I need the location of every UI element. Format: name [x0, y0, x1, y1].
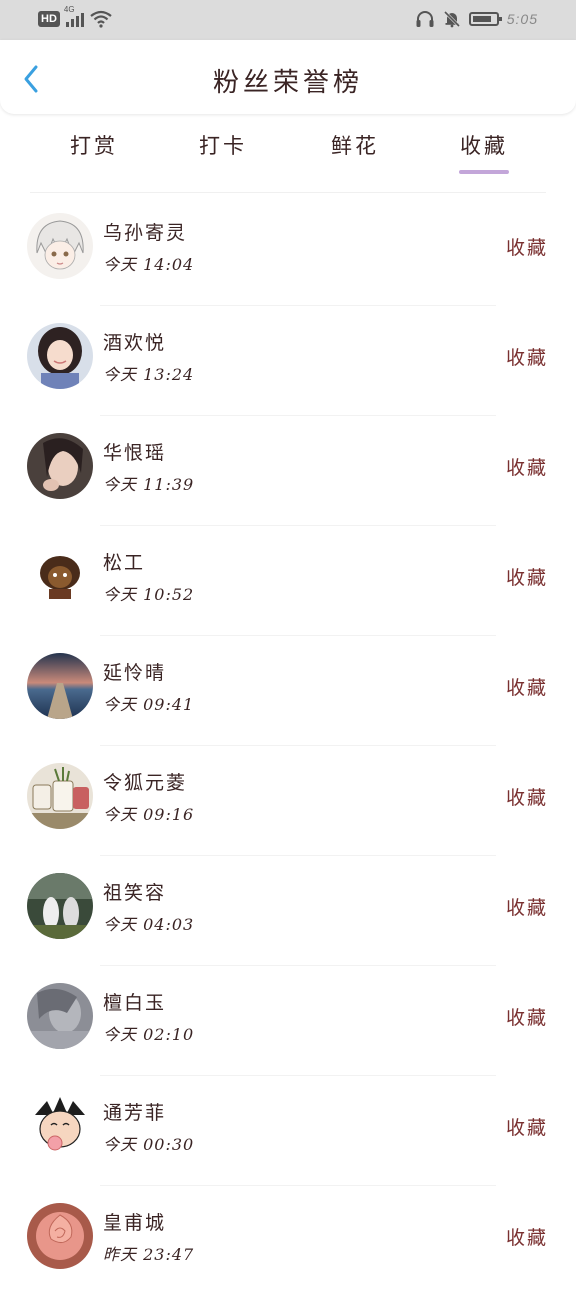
avatar[interactable] [27, 653, 93, 719]
fan-name: 乌孙寄灵 [103, 222, 188, 244]
network-type: 4G [63, 5, 75, 14]
avatar[interactable] [27, 873, 93, 939]
list-item[interactable]: 檀白玉 今天 02:10 收藏 [0, 966, 576, 1076]
fan-time: 今天 09:16 [103, 805, 195, 824]
tab-tip[interactable]: 打赏 [70, 130, 118, 160]
active-tab-indicator [459, 170, 509, 174]
fan-name: 皇甫城 [103, 1212, 167, 1234]
list-item[interactable]: 延怜晴 今天 09:41 收藏 [0, 636, 576, 746]
fan-name: 酒欢悦 [103, 332, 167, 354]
fan-time: 今天 13:24 [103, 365, 195, 384]
tab-flowers[interactable]: 鲜花 [331, 130, 379, 160]
fan-name: 令狐元菱 [103, 772, 188, 794]
action-label: 收藏 [505, 237, 548, 259]
action-label: 收藏 [505, 677, 548, 699]
fan-time: 今天 09:41 [103, 695, 195, 714]
action-label: 收藏 [505, 347, 548, 369]
wifi-icon [90, 10, 112, 28]
fan-name: 华恨瑶 [103, 442, 167, 464]
fan-time: 今天 14:04 [103, 255, 195, 274]
battery-icon [468, 12, 502, 26]
fan-time: 今天 00:30 [103, 1135, 195, 1154]
status-right: 5:05 [415, 10, 538, 28]
list-item[interactable]: 乌孙寄灵 今天 14:04 收藏 [0, 196, 576, 306]
signal-icon: 4G [64, 5, 84, 27]
action-label: 收藏 [505, 1007, 548, 1029]
action-label: 收藏 [505, 567, 548, 589]
action-label: 收藏 [505, 787, 548, 809]
fan-name: 檀白玉 [103, 992, 167, 1014]
list-item[interactable]: 通芳菲 今天 00:30 收藏 [0, 1076, 576, 1186]
list-item[interactable]: 酒欢悦 今天 13:24 收藏 [0, 306, 576, 416]
header-bar: 粉丝荣誉榜 [0, 40, 576, 114]
hd-badge: HD [38, 11, 60, 27]
fan-name: 松工 [103, 552, 146, 574]
fan-time: 今天 04:03 [103, 915, 195, 934]
tab-favorites[interactable]: 收藏 [460, 130, 508, 160]
fan-list: 乌孙寄灵 今天 14:04 收藏 酒欢悦 今天 13:24 收藏 华恨瑶 今天 … [0, 196, 576, 1296]
tab-checkin[interactable]: 打卡 [199, 130, 247, 160]
avatar[interactable] [27, 1093, 93, 1159]
avatar[interactable] [27, 543, 93, 609]
avatar[interactable] [27, 763, 93, 829]
fan-time: 今天 02:10 [103, 1025, 195, 1044]
avatar[interactable] [27, 1203, 93, 1269]
fan-time: 今天 10:52 [103, 585, 195, 604]
avatar[interactable] [27, 323, 93, 389]
status-bar: HD 4G 5:05 [0, 0, 576, 40]
fan-time: 昨天 23:47 [103, 1245, 195, 1264]
action-label: 收藏 [505, 897, 548, 919]
avatar[interactable] [27, 433, 93, 499]
action-label: 收藏 [505, 457, 548, 479]
status-left: HD 4G [38, 5, 112, 28]
avatar[interactable] [27, 213, 93, 279]
headphones-icon [416, 11, 434, 27]
list-item[interactable]: 祖笑容 今天 04:03 收藏 [0, 856, 576, 966]
list-item[interactable]: 令狐元菱 今天 09:16 收藏 [0, 746, 576, 856]
fan-name: 延怜晴 [103, 662, 167, 684]
list-item[interactable]: 华恨瑶 今天 11:39 收藏 [0, 416, 576, 526]
page-title: 粉丝荣誉榜 [212, 68, 363, 98]
fan-name: 通芳菲 [103, 1102, 167, 1124]
list-item[interactable]: 松工 今天 10:52 收藏 [0, 526, 576, 636]
avatar[interactable] [27, 983, 93, 1049]
tab-divider [30, 192, 546, 193]
action-label: 收藏 [505, 1227, 548, 1249]
status-time: 5:05 [506, 11, 538, 27]
fan-time: 今天 11:39 [103, 475, 195, 494]
mute-bell-icon [443, 10, 460, 28]
action-label: 收藏 [505, 1117, 548, 1139]
fan-name: 祖笑容 [103, 882, 167, 904]
